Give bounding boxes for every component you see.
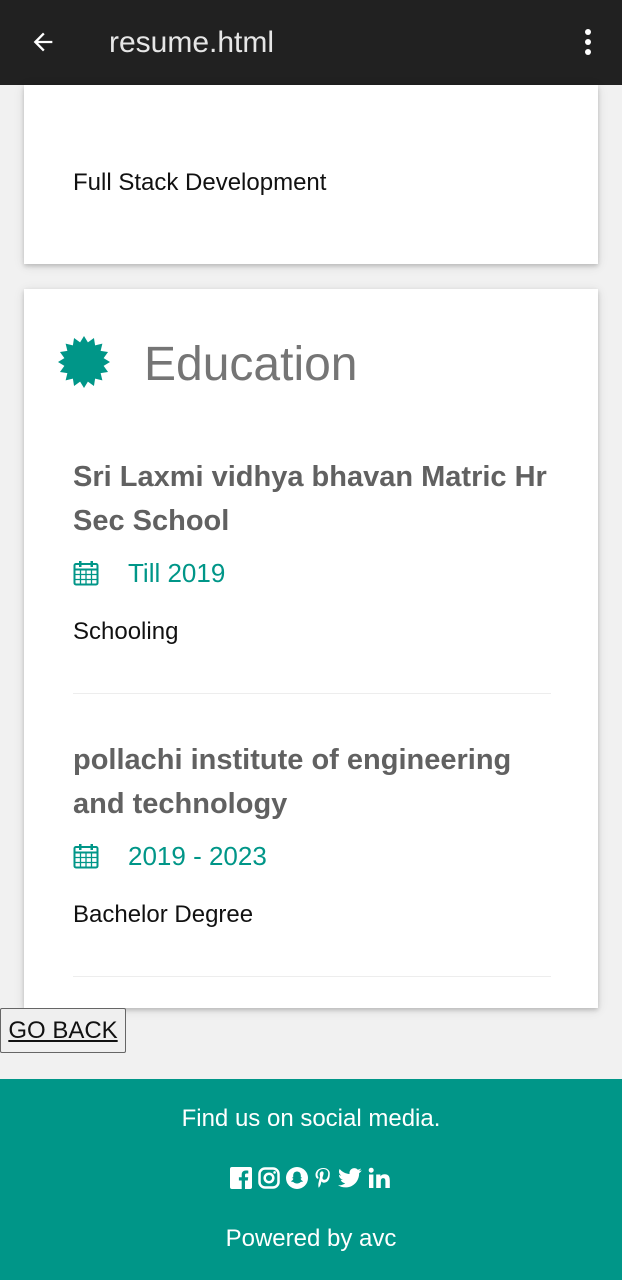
school-name: Sri Laxmi vidhya bhavan Matric Hr Sec Sc… [73, 461, 547, 537]
calendar-icon [73, 844, 99, 869]
twitter-icon[interactable] [338, 1167, 362, 1189]
app-bar-title: resume.html [109, 26, 275, 59]
education-entry: pollachi institute of engineering and te… [73, 738, 553, 929]
education-description: Schooling [73, 618, 179, 645]
social-links [0, 1165, 622, 1191]
badge-star-icon [58, 336, 110, 388]
arrow-left-icon [33, 32, 53, 52]
divider [73, 976, 551, 977]
calendar-icon [73, 561, 99, 586]
snapchat-icon[interactable] [286, 1167, 308, 1189]
pinterest-icon[interactable] [314, 1167, 332, 1189]
overflow-menu-button[interactable] [574, 26, 602, 58]
footer-social-caption: Find us on social media. [181, 1105, 441, 1132]
date-row: 2019 - 2023 [73, 841, 553, 871]
skill-item: Full Stack Development [73, 169, 327, 196]
section-title: Education [144, 338, 358, 391]
more-vert-icon [585, 29, 591, 55]
instagram-icon[interactable] [258, 1167, 280, 1189]
skills-card: Full Stack Development [24, 85, 598, 264]
date-row: Till 2019 [73, 558, 553, 588]
app-bar: resume.html [0, 0, 622, 85]
facebook-icon[interactable] [230, 1167, 252, 1189]
date-range: Till 2019 [128, 557, 226, 588]
footer: Find us on social media. Powered by avc [0, 1079, 622, 1280]
education-description: Bachelor Degree [73, 901, 254, 928]
go-back-button[interactable]: GO BACK [0, 1008, 126, 1053]
education-entry: Sri Laxmi vidhya bhavan Matric Hr Sec Sc… [73, 455, 553, 646]
linkedin-icon[interactable] [368, 1167, 392, 1189]
school-name: pollachi institute of engineering and te… [73, 744, 512, 820]
date-range: 2019 - 2023 [128, 840, 267, 871]
education-card: Education Sri Laxmi vidhya bhavan Matric… [24, 289, 598, 1008]
divider [73, 693, 551, 694]
footer-powered-by: Powered by avc [225, 1225, 397, 1252]
back-arrow-button[interactable] [26, 24, 60, 60]
